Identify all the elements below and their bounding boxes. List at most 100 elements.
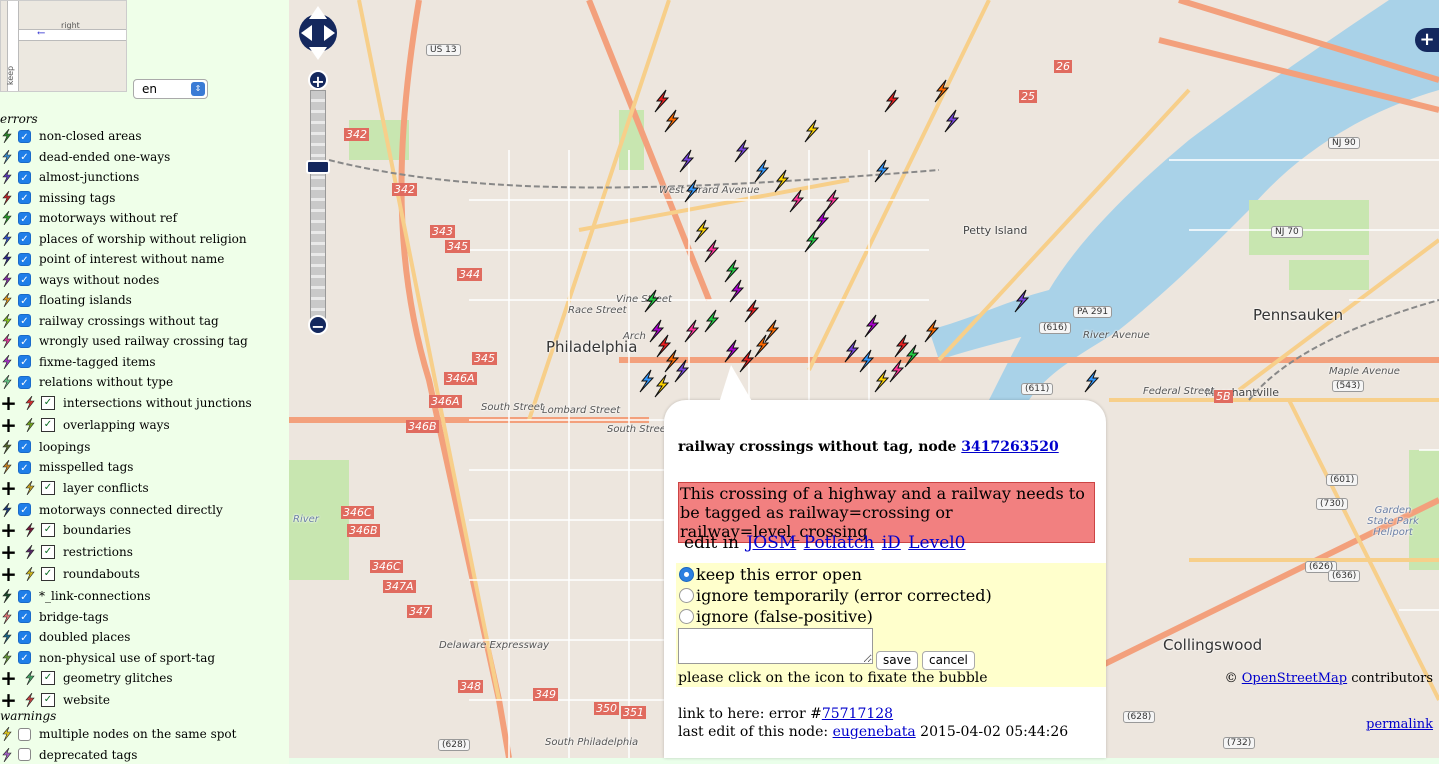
zoom-track[interactable] [310,90,326,322]
error-type-places-of-worship-without-religion[interactable]: ✓ places of worship without religion [0,230,247,248]
layer-switcher-button[interactable]: + [1415,28,1439,52]
error-type-restrictions[interactable]: + ✓ restrictions [0,542,133,562]
error-marker-icon[interactable] [649,319,665,343]
expand-plus-icon[interactable]: + [0,415,17,435]
error-type-missing-tags[interactable]: ✓ missing tags [0,189,115,207]
error-type-wrongly-used-railway-crossing-tag[interactable]: ✓ wrongly used railway crossing tag [0,332,248,350]
error-checkbox[interactable]: ✓ [41,545,55,559]
edit-josm-link[interactable]: JOSM [746,533,796,553]
error-marker-icon[interactable] [874,159,890,183]
option-ignore-false-positive[interactable]: ignore (false-positive) [679,607,873,626]
error-checkbox[interactable]: ✓ [18,630,31,644]
error-checkbox[interactable]: ✓ [18,334,31,348]
error-checkbox[interactable]: ✓ [18,589,31,603]
error-type-non-physical-use-of-sport-tag[interactable]: ✓ non-physical use of sport-tag [0,649,215,667]
edit-potlatch-link[interactable]: Potlatch [804,533,875,553]
error-marker-icon[interactable] [664,109,680,133]
error-type-website[interactable]: + ✓ website [0,690,110,710]
error-type-roundabouts[interactable]: + ✓ roundabouts [0,564,140,584]
error-type-overlapping-ways[interactable]: + ✓ overlapping ways [0,415,170,435]
error-marker-icon[interactable] [704,239,720,263]
error-marker-icon[interactable] [764,319,780,343]
error-type-boundaries[interactable]: + ✓ boundaries [0,520,131,540]
error-type-railway-crossings-without-tag[interactable]: ✓ railway crossings without tag [0,312,219,330]
error-checkbox[interactable]: ✓ [41,417,55,432]
error-marker-icon[interactable] [864,314,880,338]
error-type-intersections-without-junctions[interactable]: + ✓ intersections without junctions [0,393,252,413]
warning-checkbox[interactable] [18,727,31,741]
error-checkbox[interactable]: ✓ [18,170,31,184]
error-marker-icon[interactable] [729,279,745,303]
error-checkbox[interactable]: ✓ [18,440,31,453]
error-marker-icon[interactable] [664,349,680,373]
error-marker-icon[interactable] [789,189,805,213]
error-marker-icon[interactable] [684,319,700,343]
expand-plus-icon[interactable]: + [0,668,17,688]
error-marker-icon[interactable] [744,299,760,323]
error-marker-icon[interactable] [889,359,905,383]
error-marker-icon[interactable] [724,259,740,283]
error-type-motorways-connected-directly[interactable]: ✓ motorways connected directly [0,501,223,519]
edit-id-link[interactable]: iD [882,533,901,553]
error-marker-icon[interactable] [674,359,690,383]
error-checkbox[interactable]: ✓ [18,273,31,286]
error-checkbox[interactable]: ✓ [41,523,55,537]
error-marker-icon[interactable] [656,334,672,358]
error-checkbox[interactable]: ✓ [18,129,31,143]
error-type-link-connections[interactable]: ✓ *_link-connections [0,587,151,605]
zoom-in-button[interactable]: + [308,70,328,91]
error-marker-icon[interactable] [934,79,950,103]
last-edit-user-link[interactable]: eugenebata [833,724,916,740]
error-id-link[interactable]: 75717128 [822,706,893,722]
error-marker-icon[interactable] [859,349,875,373]
option-keep-open[interactable]: keep this error open [679,565,862,584]
error-checkbox[interactable]: ✓ [18,293,31,307]
pan-control-icon[interactable] [298,3,338,63]
error-marker-icon[interactable] [724,339,740,363]
error-marker-icon[interactable] [684,179,700,203]
expand-plus-icon[interactable]: + [0,520,17,540]
error-type-doubled-places[interactable]: ✓ doubled places [0,628,130,646]
error-marker-icon[interactable] [639,369,655,393]
error-type-layer-conflicts[interactable]: + ✓ layer conflicts [0,478,149,498]
error-marker-icon[interactable] [679,149,695,173]
error-marker-icon[interactable] [654,374,670,398]
cancel-button[interactable]: cancel [922,651,975,670]
error-marker-icon[interactable] [804,229,820,253]
zoom-bar[interactable]: + − [306,70,330,336]
error-marker-icon[interactable] [844,339,860,363]
error-marker-icon[interactable] [924,319,940,343]
warning-checkbox[interactable] [18,748,31,761]
error-type-bridge-tags[interactable]: ✓ bridge-tags [0,608,109,626]
error-type-motorways-without-ref[interactable]: ✓ motorways without ref [0,209,177,227]
error-checkbox[interactable]: ✓ [18,460,31,474]
error-marker-icon[interactable] [654,89,670,113]
error-marker-icon[interactable] [774,169,790,193]
error-checkbox[interactable]: ✓ [18,314,31,327]
error-type-almost-junctions[interactable]: ✓ almost-junctions [0,168,139,186]
expand-plus-icon[interactable]: + [0,690,17,710]
error-checkbox[interactable]: ✓ [41,480,55,495]
zoom-slider-handle[interactable] [306,160,330,174]
expand-plus-icon[interactable]: + [0,564,17,584]
error-type-non-closed-areas[interactable]: ✓ non-closed areas [0,127,142,145]
error-marker-icon[interactable] [804,119,820,143]
error-marker-icon[interactable] [1014,289,1030,313]
error-marker-icon[interactable] [1084,369,1100,393]
error-marker-icon[interactable] [644,289,660,313]
node-link[interactable]: 3417263520 [961,439,1058,455]
radio-ignore-temporarily[interactable] [679,588,694,603]
error-checkbox[interactable]: ✓ [18,651,31,664]
expand-plus-icon[interactable]: + [0,478,17,498]
error-checkbox[interactable]: ✓ [41,395,55,410]
error-marker-icon[interactable] [814,209,830,233]
warning-type-multiple-nodes-on-the-same-spot[interactable]: multiple nodes on the same spot [0,725,236,743]
error-marker-icon[interactable] [944,109,960,133]
error-marker-icon[interactable] [734,139,750,163]
error-checkbox[interactable]: ✓ [41,693,55,707]
expand-plus-icon[interactable]: + [0,542,17,562]
error-type-fixme-tagged-items[interactable]: ✓ fixme-tagged items [0,353,156,371]
error-type-floating-islands[interactable]: ✓ floating islands [0,291,132,309]
error-type-misspelled-tags[interactable]: ✓ misspelled tags [0,458,133,476]
error-checkbox[interactable]: ✓ [18,610,31,623]
